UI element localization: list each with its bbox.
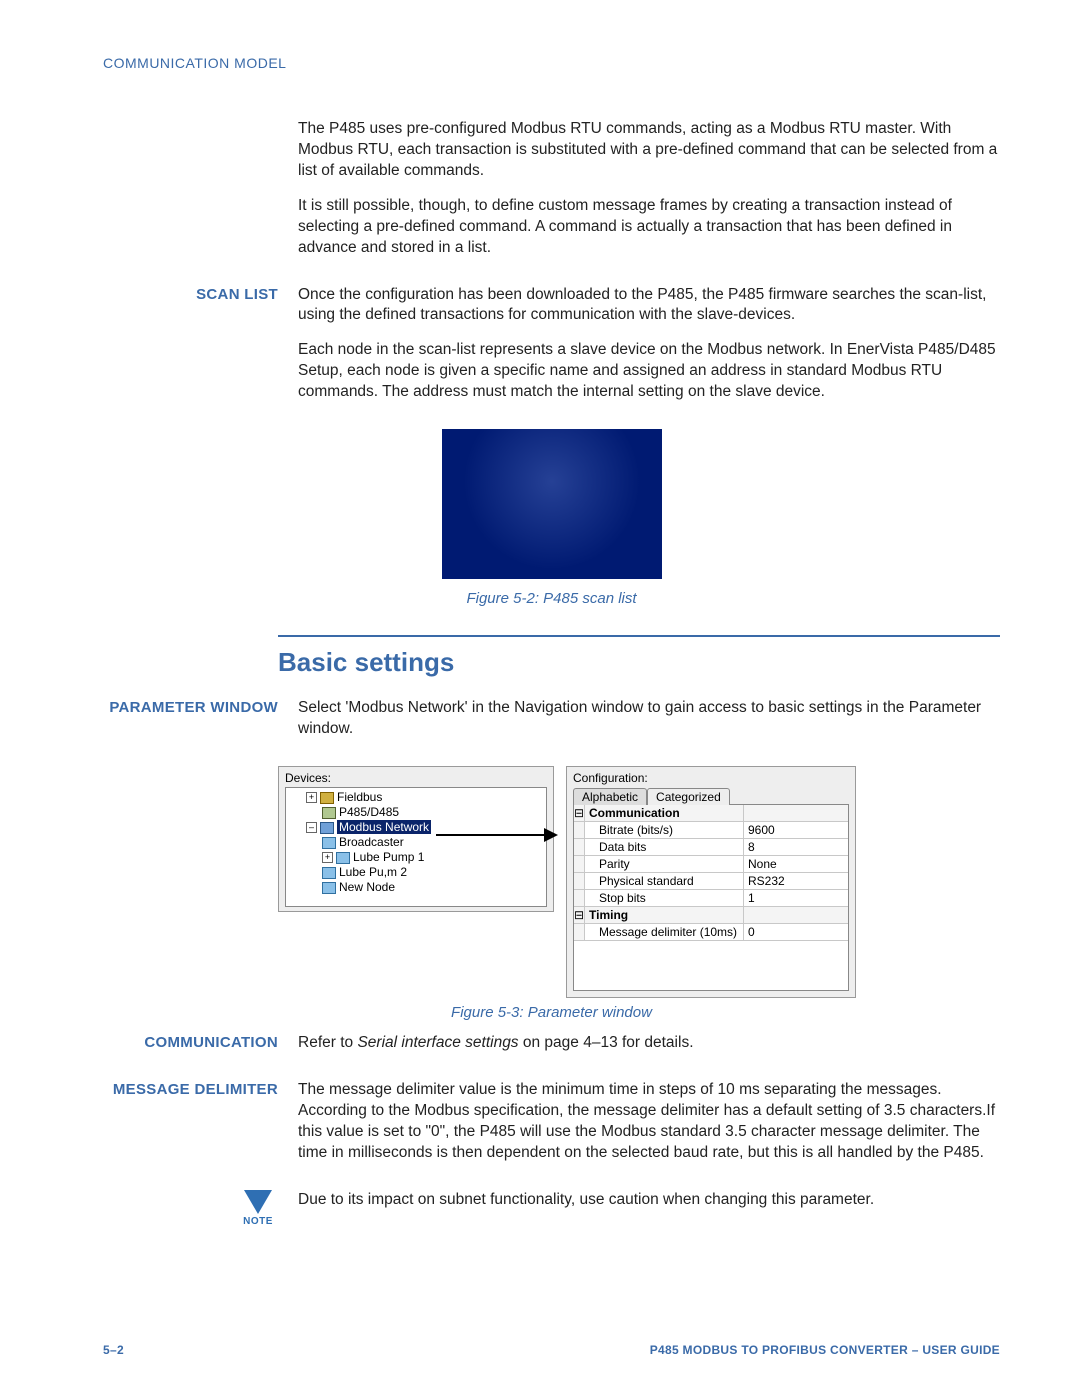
tab-categorized[interactable]: Categorized bbox=[647, 788, 730, 805]
row-bitrate[interactable]: Bitrate (bits/s)9600 bbox=[574, 822, 848, 839]
tree-p485[interactable]: P485/D485 bbox=[290, 805, 542, 820]
devices-panel: Devices: +Fieldbus P485/D485 –Modbus Net… bbox=[278, 766, 554, 912]
figure-parameter-window-caption: Figure 5-3: Parameter window bbox=[103, 1004, 1000, 1021]
row-parity-val: None bbox=[744, 856, 848, 872]
group-timing-label: Timing bbox=[585, 907, 744, 923]
property-grid[interactable]: ⊟Communication Bitrate (bits/s)9600 Data… bbox=[573, 804, 849, 991]
parameter-window-figure: Devices: +Fieldbus P485/D485 –Modbus Net… bbox=[278, 766, 1000, 998]
tree-newnode-label: New Node bbox=[339, 880, 395, 894]
tree-fieldbus-label: Fieldbus bbox=[337, 790, 382, 804]
tree-lube1[interactable]: +Lube Pump 1 bbox=[290, 850, 542, 865]
group-timing[interactable]: ⊟Timing bbox=[574, 907, 848, 924]
tree-fieldbus[interactable]: +Fieldbus bbox=[290, 790, 542, 805]
row-stopbits[interactable]: Stop bits1 bbox=[574, 890, 848, 907]
tree-broadcaster[interactable]: Broadcaster bbox=[290, 835, 542, 850]
row-bitrate-key: Bitrate (bits/s) bbox=[585, 822, 744, 838]
figure-scan-list-caption: Figure 5-2: P485 scan list bbox=[103, 590, 1000, 607]
tree-lube1-label: Lube Pump 1 bbox=[353, 850, 424, 864]
group-communication[interactable]: ⊟Communication bbox=[574, 805, 848, 822]
parameter-window-label: PARAMETER WINDOW bbox=[103, 698, 298, 754]
parameter-window-p1: Select 'Modbus Network' in the Navigatio… bbox=[298, 698, 1000, 740]
tab-alphabetic[interactable]: Alphabetic bbox=[573, 788, 647, 805]
tree-modbus-network[interactable]: –Modbus Network bbox=[290, 820, 542, 835]
devices-label: Devices: bbox=[285, 771, 547, 785]
row-physical-key: Physical standard bbox=[585, 873, 744, 889]
row-stopbits-key: Stop bits bbox=[585, 890, 744, 906]
side-label-empty bbox=[103, 119, 298, 273]
tree-p485-label: P485/D485 bbox=[339, 805, 399, 819]
message-delimiter-p1: The message delimiter value is the minim… bbox=[298, 1080, 1000, 1164]
section-divider bbox=[278, 635, 1000, 637]
scan-list-p1: Once the configuration has been download… bbox=[298, 285, 1000, 327]
tree-lube2-label: Lube Pu,m 2 bbox=[339, 865, 407, 879]
annotation-arrow bbox=[436, 834, 556, 836]
communication-text-post: on page 4–13 for details. bbox=[519, 1034, 694, 1051]
communication-label: COMMUNICATION bbox=[103, 1033, 298, 1068]
row-parity-key: Parity bbox=[585, 856, 744, 872]
row-stopbits-val: 1 bbox=[744, 890, 848, 906]
row-delimiter-key: Message delimiter (10ms) bbox=[585, 924, 744, 940]
message-delimiter-note: Due to its impact on subnet functionalit… bbox=[298, 1190, 1000, 1211]
communication-text: Refer to Serial interface settings on pa… bbox=[298, 1033, 1000, 1054]
note-icon bbox=[244, 1190, 272, 1214]
row-physical[interactable]: Physical standardRS232 bbox=[574, 873, 848, 890]
row-parity[interactable]: ParityNone bbox=[574, 856, 848, 873]
note-icon-label: NOTE bbox=[238, 1216, 278, 1227]
configuration-label: Configuration: bbox=[573, 771, 849, 785]
tree-newnode[interactable]: New Node bbox=[290, 880, 542, 895]
row-physical-val: RS232 bbox=[744, 873, 848, 889]
row-delimiter[interactable]: Message delimiter (10ms)0 bbox=[574, 924, 848, 941]
figure-scan-list-image bbox=[442, 429, 662, 579]
row-databits-val: 8 bbox=[744, 839, 848, 855]
footer-page-number: 5–2 bbox=[103, 1343, 124, 1357]
message-delimiter-label: MESSAGE DELIMITER bbox=[103, 1080, 298, 1178]
tree-lube2[interactable]: Lube Pu,m 2 bbox=[290, 865, 542, 880]
intro-p2: It is still possible, though, to define … bbox=[298, 196, 1000, 259]
group-communication-label: Communication bbox=[585, 805, 744, 821]
basic-settings-heading: Basic settings bbox=[278, 647, 1000, 678]
scan-list-label: SCAN LIST bbox=[103, 285, 298, 418]
devices-tree[interactable]: +Fieldbus P485/D485 –Modbus Network Broa… bbox=[285, 787, 547, 907]
page-footer: 5–2 P485 MODBUS TO PROFIBUS CONVERTER – … bbox=[103, 1343, 1000, 1357]
page-header: COMMUNICATION MODEL bbox=[103, 55, 1000, 71]
intro-p1: The P485 uses pre-configured Modbus RTU … bbox=[298, 119, 1000, 182]
communication-text-em: Serial interface settings bbox=[357, 1034, 518, 1051]
scan-list-p2: Each node in the scan-list represents a … bbox=[298, 340, 1000, 403]
row-databits[interactable]: Data bits8 bbox=[574, 839, 848, 856]
tree-modbus-network-label: Modbus Network bbox=[337, 820, 431, 834]
row-bitrate-val: 9600 bbox=[744, 822, 848, 838]
configuration-panel: Configuration: AlphabeticCategorized ⊟Co… bbox=[566, 766, 856, 998]
communication-text-pre: Refer to bbox=[298, 1034, 357, 1051]
tree-broadcaster-label: Broadcaster bbox=[339, 835, 404, 849]
row-databits-key: Data bits bbox=[585, 839, 744, 855]
footer-guide-title: P485 MODBUS TO PROFIBUS CONVERTER – USER… bbox=[650, 1343, 1000, 1357]
row-delimiter-val: 0 bbox=[744, 924, 848, 940]
